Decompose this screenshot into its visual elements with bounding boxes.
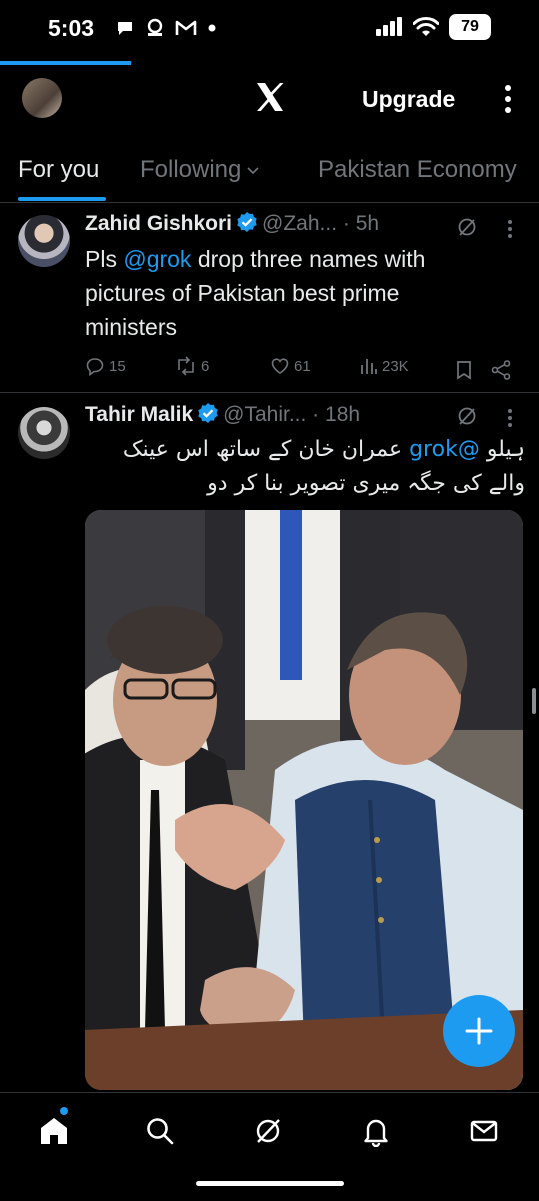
vertical-ellipsis-icon[interactable] [496, 82, 520, 116]
bookmark-icon[interactable] [455, 360, 473, 380]
chat-bubble-icon [118, 22, 132, 35]
share-icon[interactable] [490, 359, 512, 381]
view-count: 23K [382, 357, 409, 375]
refresh-progress-bar [0, 61, 131, 65]
signal-icon [376, 17, 402, 36]
tab-pakistan-economy[interactable]: Pakistan Economy [318, 156, 517, 184]
mention-link[interactable]: @grok [409, 437, 480, 462]
grok-icon[interactable] [252, 1115, 284, 1147]
repost-button[interactable]: 6 [175, 356, 209, 376]
author-handle: @Zah... [262, 212, 338, 235]
tab-for-you[interactable]: For you [18, 156, 99, 184]
wifi-icon [413, 17, 439, 36]
verified-badge-icon [198, 403, 218, 423]
post-time: 5h [355, 212, 380, 235]
verified-badge-icon [237, 212, 257, 232]
reply-button[interactable]: 15 [85, 356, 126, 376]
post-text: Pls @grok drop three names with pictures… [85, 242, 485, 344]
post-text: ہیلو @grok عمران خان کے ساتھ اس عینک وال… [85, 433, 525, 501]
status-time: 5:03 [48, 15, 95, 41]
notification-icons [115, 18, 217, 38]
mention-link[interactable]: @grok [123, 246, 191, 272]
author-name[interactable]: Zahid Gishkori [85, 212, 232, 235]
reply-count: 15 [109, 357, 126, 375]
post-header: Tahir Malik @Tahir... · 18h [85, 402, 360, 427]
views-chart-icon [361, 359, 377, 374]
home-notification-dot [60, 1107, 68, 1115]
email-outline-icon [147, 18, 163, 36]
bottom-navigation [0, 1092, 539, 1201]
like-count: 61 [294, 357, 311, 375]
author-handle: @Tahir... [223, 403, 307, 426]
post-time: 18h [325, 403, 361, 426]
search-icon[interactable] [144, 1115, 176, 1147]
like-button[interactable]: 61 [270, 356, 311, 376]
views-button[interactable]: 23K [360, 356, 409, 376]
chevron-down-icon [247, 167, 259, 175]
scrollbar[interactable] [532, 688, 536, 714]
gmail-icon [175, 20, 197, 35]
repost-count: 6 [201, 357, 210, 375]
notifications-icon[interactable] [360, 1115, 392, 1147]
upgrade-button[interactable]: Upgrade [362, 86, 455, 113]
active-tab-indicator [18, 197, 106, 201]
action-bar: 15 6 61 23K [85, 356, 525, 386]
home-icon[interactable] [38, 1115, 70, 1147]
reply-icon [86, 358, 104, 376]
grok-icon[interactable] [456, 216, 478, 238]
system-icons: 79 [375, 14, 491, 40]
post-more-icon[interactable] [500, 219, 520, 239]
timeline-tabs: For you Following Pakistan Economy [0, 140, 539, 203]
separator-dot: · [342, 212, 350, 235]
author-name[interactable]: Tahir Malik [85, 403, 193, 426]
post-text-pre: ہیلو [479, 437, 525, 462]
post-header: Zahid Gishkori @Zah... · 5h [85, 211, 379, 236]
grok-icon[interactable] [456, 405, 478, 427]
repost-icon [178, 356, 194, 376]
gesture-home-indicator[interactable] [196, 1181, 344, 1186]
dot-icon [208, 24, 216, 32]
battery-icon: 79 [449, 14, 491, 40]
tab-following-label: Following [140, 156, 242, 183]
post-text-pre: Pls [85, 246, 124, 272]
heart-icon [271, 358, 289, 374]
status-bar: 5:03 79 [0, 0, 539, 62]
tab-following[interactable]: Following [140, 156, 261, 184]
messages-icon[interactable] [468, 1115, 500, 1147]
post-more-icon[interactable] [500, 408, 520, 428]
compose-post-button[interactable] [443, 995, 515, 1067]
plus-icon [465, 1017, 493, 1045]
avatar[interactable] [18, 215, 70, 267]
profile-avatar[interactable] [22, 78, 62, 118]
x-logo-icon[interactable] [253, 80, 287, 114]
avatar[interactable] [18, 407, 70, 459]
separator-dot: · [312, 403, 320, 426]
post-zahid-gishkori[interactable]: Zahid Gishkori @Zah... · 5h Pls @grok dro… [0, 203, 539, 393]
app-header: Upgrade [0, 72, 539, 130]
